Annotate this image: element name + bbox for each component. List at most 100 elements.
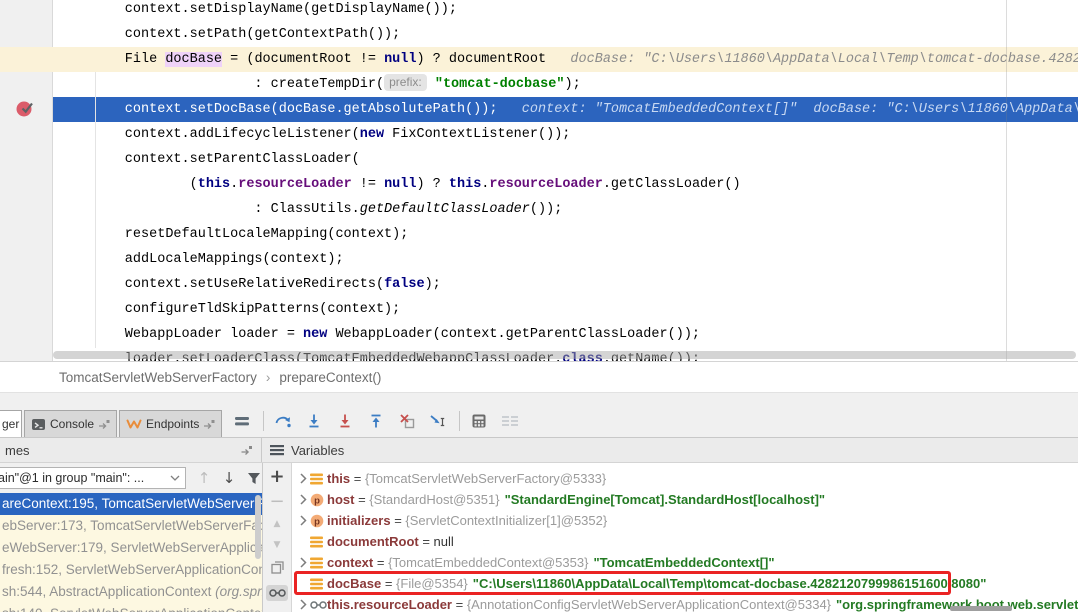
variable-string: "C:\Users\11860\AppData\Local\Temp\tomca… bbox=[473, 576, 987, 591]
debug-actions bbox=[230, 405, 529, 437]
tab-ger[interactable]: ger bbox=[0, 410, 22, 437]
expand-chevron-icon[interactable] bbox=[297, 494, 310, 505]
move-watch-up-button: ▲ bbox=[266, 520, 288, 530]
watch-icon bbox=[310, 600, 327, 610]
move-watch-down-icon: ▼ bbox=[274, 541, 281, 550]
debugger-content: ain"@1 in group "main": ... ↑ ↓ areContex… bbox=[0, 463, 1078, 612]
variable-name: documentRoot bbox=[327, 534, 419, 549]
code-line: context.addLifecycleListener(new FixCont… bbox=[60, 122, 1078, 147]
tab-label: Endpoints bbox=[146, 417, 199, 431]
breadcrumb-item[interactable]: prepareContext() bbox=[279, 370, 381, 385]
remove-watch-button: − bbox=[266, 495, 288, 509]
code-line: context.setPath(getContextPath()); bbox=[60, 22, 1078, 47]
variable-name: initializers bbox=[327, 513, 391, 528]
show-watches-icon bbox=[269, 588, 286, 598]
step-into-button[interactable] bbox=[302, 408, 326, 434]
svg-text:p: p bbox=[314, 495, 320, 506]
frame-row[interactable]: fresh:152, ServletWebServerApplicationCo… bbox=[0, 559, 262, 581]
breakpoint-icon[interactable] bbox=[15, 99, 35, 117]
step-out-icon bbox=[368, 413, 384, 429]
tab-console[interactable]: Console bbox=[24, 410, 117, 437]
drop-frame-button[interactable] bbox=[395, 408, 419, 434]
duplicate-watch-button[interactable] bbox=[266, 561, 288, 574]
frames-scrollbar[interactable] bbox=[255, 495, 261, 559]
run-to-cursor-button[interactable] bbox=[426, 408, 450, 434]
variables-tree: this = {TomcatServletWebServerFactory@53… bbox=[293, 463, 1078, 612]
variable-ref: {TomcatEmbeddedContext@5353} bbox=[388, 555, 588, 570]
frames-list: areContext:195, TomcatServletWebServerFa… bbox=[0, 493, 262, 612]
equals-sign: = bbox=[419, 534, 434, 549]
variable-row[interactable]: this = {TomcatServletWebServerFactory@53… bbox=[293, 468, 1078, 489]
tab-endpoints[interactable]: Endpoints bbox=[119, 410, 222, 437]
tool-tabs: ger Console Endpoints bbox=[0, 405, 222, 437]
variable-row[interactable]: phost = {StandardHost@5351}"StandardEngi… bbox=[293, 489, 1078, 510]
layout-icon bbox=[501, 414, 519, 428]
show-watches-button[interactable] bbox=[266, 585, 288, 601]
filter-button[interactable] bbox=[246, 470, 262, 486]
step-over-icon bbox=[274, 413, 292, 429]
variables-scrollbar[interactable] bbox=[950, 606, 1012, 611]
move-up-button: ↑ bbox=[196, 470, 212, 486]
frames-panel: ain"@1 in group "main": ... ↑ ↓ areContex… bbox=[0, 463, 262, 612]
frame-row[interactable]: sh:140, ServletWebServerApplicationConte… bbox=[0, 603, 262, 612]
move-down-icon: ↓ bbox=[223, 471, 236, 486]
evaluate-expression-button[interactable] bbox=[467, 408, 491, 434]
parameter-icon: p bbox=[310, 493, 327, 507]
code-line: context.setUseRelativeRedirects(false); bbox=[60, 272, 1078, 297]
move-watch-down-button: ▼ bbox=[266, 541, 288, 551]
layout-button bbox=[498, 408, 522, 434]
add-watch-button[interactable]: + bbox=[266, 470, 288, 484]
panel-headers: mes Variables bbox=[0, 438, 1078, 463]
variable-row[interactable]: context = {TomcatEmbeddedContext@5353}"T… bbox=[293, 552, 1078, 573]
expand-chevron-icon[interactable] bbox=[297, 557, 310, 568]
drop-frame-icon bbox=[399, 413, 415, 429]
variable-string: "StandardEngine[Tomcat].StandardHost[loc… bbox=[505, 492, 826, 507]
field-icon bbox=[310, 578, 327, 590]
frame-row[interactable]: areContext:195, TomcatServletWebServerFa… bbox=[0, 493, 262, 515]
frame-row[interactable]: eWebServer:179, ServletWebServerApplicat… bbox=[0, 537, 262, 559]
field-icon bbox=[310, 557, 327, 569]
expand-chevron-icon[interactable] bbox=[297, 473, 310, 484]
code-line: (this.resourceLoader != null) ? this.res… bbox=[60, 172, 1078, 197]
code-line: : createTempDir(prefix: "tomcat-docbase"… bbox=[60, 72, 1078, 97]
duplicate-watch-icon bbox=[271, 561, 284, 574]
menu-icon[interactable] bbox=[270, 444, 284, 456]
equals-sign: = bbox=[381, 576, 396, 591]
variable-name: context bbox=[327, 555, 373, 570]
force-step-into-icon bbox=[337, 413, 353, 429]
variable-row[interactable]: pinitializers = {ServletContextInitializ… bbox=[293, 510, 1078, 531]
thread-selector[interactable]: ain"@1 in group "main": ... bbox=[0, 467, 186, 489]
move-down-button[interactable]: ↓ bbox=[221, 470, 237, 486]
variable-ref: {StandardHost@5351} bbox=[369, 492, 499, 507]
code-editor[interactable]: context.setDisplayName(getDisplayName())… bbox=[0, 0, 1078, 362]
variable-row[interactable]: documentRoot = null bbox=[293, 531, 1078, 552]
panel-gap bbox=[0, 393, 1078, 405]
expand-chevron-icon[interactable] bbox=[297, 599, 310, 610]
ide-debugger-window: context.setDisplayName(getDisplayName())… bbox=[0, 0, 1078, 612]
expand-chevron-icon[interactable] bbox=[297, 515, 310, 526]
variable-name: this bbox=[327, 471, 350, 486]
variable-ref: {AnnotationConfigServletWebServerApplica… bbox=[467, 597, 831, 612]
frame-row[interactable]: sh:544, AbstractApplicationContext (org.… bbox=[0, 581, 262, 603]
threads-view-button[interactable] bbox=[230, 408, 254, 434]
code-line: configureTldSkipPatterns(context); bbox=[60, 297, 1078, 322]
step-out-button[interactable] bbox=[364, 408, 388, 434]
endpoints-icon bbox=[126, 417, 142, 431]
hide-panel-icon[interactable] bbox=[240, 445, 253, 456]
toolbar-separator bbox=[459, 411, 460, 431]
code-line: : ClassUtils.getDefaultClassLoader()); bbox=[60, 197, 1078, 222]
horizontal-scrollbar[interactable] bbox=[53, 351, 1076, 359]
code-line: WebappLoader loader = new WebappLoader(c… bbox=[60, 322, 1078, 347]
step-into-icon bbox=[306, 413, 322, 429]
variable-row[interactable]: docBase = {File@5354}"C:\Users\11860\App… bbox=[293, 573, 1078, 594]
variable-ref: {File@5354} bbox=[396, 576, 468, 591]
tab-label: ger bbox=[2, 417, 19, 431]
breadcrumb-item[interactable]: TomcatServletWebServerFactory bbox=[59, 370, 257, 385]
move-watch-up-icon: ▲ bbox=[274, 520, 281, 529]
step-over-button[interactable] bbox=[271, 408, 295, 434]
variables-panel-title: Variables bbox=[291, 443, 1078, 458]
variable-string: "TomcatEmbeddedContext[]" bbox=[593, 555, 774, 570]
force-step-into-button[interactable] bbox=[333, 408, 357, 434]
frame-row[interactable]: ebServer:173, TomcatServletWebServerFact… bbox=[0, 515, 262, 537]
threads-view-icon bbox=[234, 414, 250, 428]
